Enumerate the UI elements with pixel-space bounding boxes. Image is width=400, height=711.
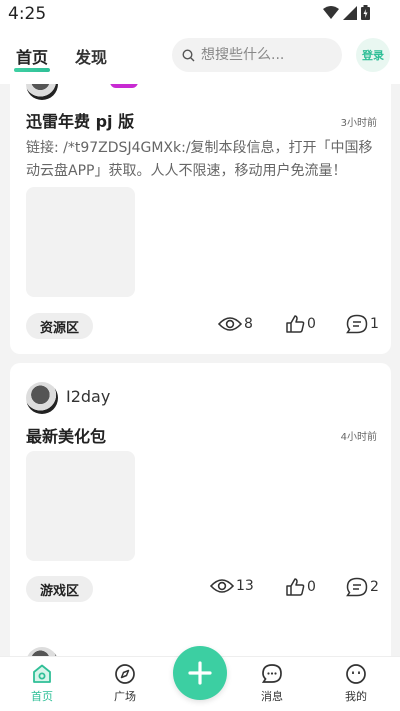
- tab-discover-label: 发现: [75, 48, 108, 67]
- thumbs-up-icon: [286, 315, 305, 333]
- view-count-value: 13: [236, 578, 254, 594]
- post-username[interactable]: I2day: [66, 387, 110, 406]
- post-card[interactable]: 迅雷年费 pj 版 3小时前 链接: /*t97ZDSJ4GMXk:/复制本段信…: [10, 84, 391, 354]
- category-tag[interactable]: 资源区: [26, 313, 94, 339]
- wifi-icon: [323, 5, 339, 19]
- post-image[interactable]: [26, 187, 135, 297]
- view-count-value: 8: [244, 316, 253, 332]
- thumbs-up-icon: [286, 578, 305, 596]
- post-time: 4小时前: [340, 432, 377, 443]
- comment-button[interactable]: 1: [346, 314, 379, 334]
- home-icon: [33, 664, 51, 683]
- tab-discover[interactable]: 发现: [75, 44, 107, 68]
- post-time: 3小时前: [340, 118, 377, 129]
- nav-home-label: 首页: [31, 690, 53, 703]
- like-button[interactable]: 0: [285, 314, 316, 334]
- comment-count: 1: [370, 316, 379, 332]
- nav-profile[interactable]: 我的: [332, 663, 380, 704]
- avatar[interactable]: [26, 647, 58, 656]
- comment-button[interactable]: 2: [346, 577, 379, 597]
- nav-messages-label: 消息: [261, 690, 283, 703]
- tab-home-indicator: [14, 68, 50, 72]
- eye-icon: [210, 579, 234, 593]
- post-title[interactable]: 迅雷年费 pj 版: [26, 108, 134, 132]
- plus-icon: [188, 661, 212, 685]
- login-button[interactable]: 登录: [356, 38, 390, 72]
- post-image[interactable]: [26, 451, 135, 561]
- smiley-icon: [346, 664, 366, 684]
- search-box[interactable]: [172, 38, 342, 72]
- post-feed[interactable]: 迅雷年费 pj 版 3小时前 链接: /*t97ZDSJ4GMXk:/复制本段信…: [0, 84, 400, 656]
- category-tag[interactable]: 游戏区: [26, 576, 94, 602]
- status-icons: [323, 5, 370, 20]
- post-card[interactable]: I2day 最新美化包 4小时前 游戏区 13 0 2: [10, 363, 391, 656]
- add-post-button[interactable]: [173, 646, 227, 700]
- search-icon: [182, 48, 195, 61]
- search-input[interactable]: [201, 47, 331, 63]
- avatar[interactable]: [26, 382, 58, 414]
- nav-home[interactable]: 首页: [18, 663, 66, 704]
- compass-icon: [115, 664, 135, 684]
- comment-icon: [346, 577, 368, 597]
- like-count: 0: [307, 579, 316, 595]
- nav-messages[interactable]: 消息: [248, 663, 296, 704]
- like-count: 0: [307, 316, 316, 332]
- post-description[interactable]: 链接: /*t97ZDSJ4GMXk:/复制本段信息，打开「中国移动云盘APP」…: [26, 137, 378, 183]
- top-bar: 首页 发现 登录: [0, 30, 400, 84]
- nav-square[interactable]: 广场: [101, 663, 149, 704]
- comment-count: 2: [370, 579, 379, 595]
- nav-square-label: 广场: [114, 690, 136, 703]
- tab-home[interactable]: 首页: [14, 44, 50, 72]
- post-title[interactable]: 最新美化包: [26, 423, 106, 447]
- chat-icon: [261, 664, 282, 683]
- battery-icon: [361, 5, 370, 20]
- comment-icon: [346, 314, 368, 334]
- view-count: 13: [210, 577, 254, 595]
- eye-icon: [218, 317, 242, 331]
- login-label: 登录: [362, 49, 384, 62]
- like-button[interactable]: 0: [285, 577, 316, 597]
- tab-home-label: 首页: [16, 48, 49, 67]
- nav-profile-label: 我的: [345, 690, 367, 703]
- status-bar: 4:25: [0, 0, 400, 30]
- status-time: 4:25: [8, 4, 47, 24]
- user-badge: [110, 84, 138, 88]
- avatar[interactable]: [26, 84, 58, 100]
- view-count: 8: [218, 315, 253, 333]
- signal-icon: [343, 5, 357, 20]
